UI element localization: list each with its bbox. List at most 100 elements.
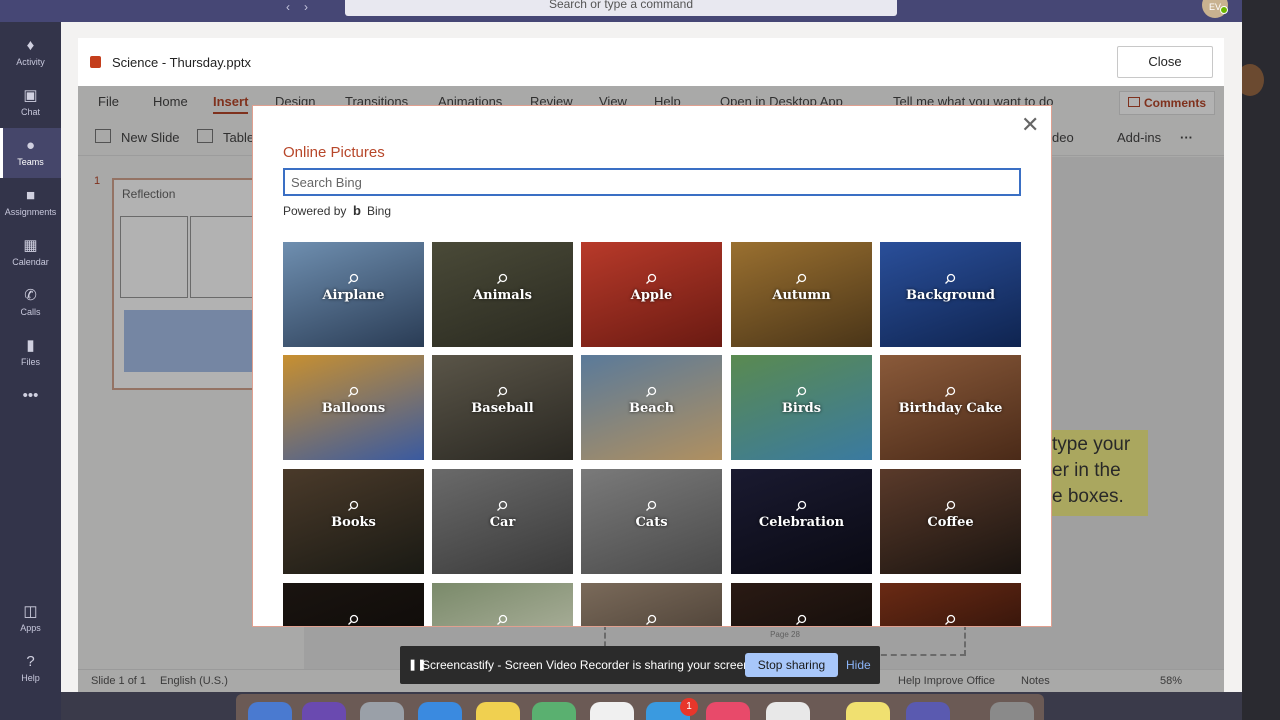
image-tile-label: Birds bbox=[781, 401, 822, 416]
rail-item-calls[interactable]: ✆ Calls bbox=[0, 278, 61, 328]
rail-item-activity[interactable]: ♦ Activity bbox=[0, 28, 61, 78]
image-tile[interactable] bbox=[283, 583, 424, 626]
image-tile-label: Apple bbox=[630, 288, 673, 303]
apps-icon: ◫ bbox=[23, 603, 38, 620]
image-tile-label: Background bbox=[906, 288, 995, 303]
search-icon bbox=[645, 272, 657, 284]
image-tile-label: Animals bbox=[473, 288, 532, 303]
image-tile[interactable]: Car bbox=[432, 469, 573, 574]
image-tile[interactable] bbox=[581, 583, 722, 626]
notification-badge: 1 bbox=[680, 698, 698, 716]
search-icon bbox=[795, 385, 807, 397]
teams-dock-icon[interactable] bbox=[906, 702, 950, 720]
image-tile-label: Airplane bbox=[322, 288, 385, 303]
phone-icon: ✆ bbox=[24, 287, 37, 304]
image-tile-label: Balloons bbox=[321, 401, 386, 416]
safari-icon[interactable] bbox=[418, 702, 462, 720]
bell-icon: ♦ bbox=[26, 37, 35, 54]
online-pictures-dialog: Online Pictures ✕ Powered by b Bing Airp… bbox=[252, 105, 1052, 627]
rail-item-chat[interactable]: ▣ Chat bbox=[0, 78, 61, 128]
rail-item-apps[interactable]: ◫ Apps bbox=[0, 594, 61, 644]
search-icon bbox=[645, 499, 657, 511]
screencastify-bar: ❚❚ Screencastify - Screen Video Recorder… bbox=[400, 646, 880, 684]
file-title: Science - Thursday.pptx bbox=[112, 55, 251, 70]
notes-icon[interactable] bbox=[476, 702, 520, 720]
image-tile-label: Birthday Cake bbox=[898, 401, 1003, 416]
rail-item-files[interactable]: ▮ Files bbox=[0, 328, 61, 378]
command-search-input[interactable]: Search or type a command bbox=[345, 0, 897, 16]
image-tile[interactable]: Books bbox=[283, 469, 424, 574]
image-tile-label: Baseball bbox=[471, 401, 534, 416]
siri-icon[interactable] bbox=[302, 702, 346, 720]
image-tile[interactable]: Celebration bbox=[731, 469, 872, 574]
image-tile[interactable]: Background bbox=[880, 242, 1021, 347]
image-tile[interactable] bbox=[432, 583, 573, 626]
chrome-icon[interactable] bbox=[766, 702, 810, 720]
trash-icon[interactable] bbox=[990, 702, 1034, 720]
close-icon[interactable]: ✕ bbox=[1021, 114, 1039, 136]
bing-label: Bing bbox=[367, 204, 392, 218]
launchpad-icon[interactable] bbox=[360, 702, 404, 720]
rail-item-calendar[interactable]: ▦ Calendar bbox=[0, 228, 61, 278]
image-tile-label: Beach bbox=[628, 401, 675, 416]
search-icon bbox=[347, 613, 359, 625]
forward-arrow-icon[interactable]: › bbox=[304, 0, 308, 14]
image-tile[interactable]: Autumn bbox=[731, 242, 872, 347]
teams-icon: ● bbox=[25, 137, 36, 154]
image-tile-label: Cats bbox=[635, 515, 668, 530]
image-tile[interactable]: Animals bbox=[432, 242, 573, 347]
image-tile[interactable]: Airplane bbox=[283, 242, 424, 347]
search-icon bbox=[496, 499, 508, 511]
search-icon bbox=[347, 499, 359, 511]
calendar-icon: ▦ bbox=[23, 237, 38, 254]
rail-item-more[interactable]: ••• bbox=[0, 378, 61, 428]
image-tile[interactable]: Beach bbox=[581, 355, 722, 460]
photos-icon[interactable] bbox=[590, 702, 634, 720]
search-icon bbox=[795, 499, 807, 511]
image-tile-label: Car bbox=[489, 515, 516, 530]
rail-item-assignments[interactable]: ■ Assignments bbox=[0, 178, 61, 228]
search-icon bbox=[795, 613, 807, 625]
image-tile-label: Books bbox=[331, 515, 376, 530]
file-icon: ▮ bbox=[26, 337, 35, 354]
maps-icon[interactable] bbox=[532, 702, 576, 720]
powerpoint-icon bbox=[90, 56, 101, 68]
image-tile[interactable]: Baseball bbox=[432, 355, 573, 460]
dialog-title: Online Pictures bbox=[283, 144, 385, 161]
nav-arrows[interactable]: ‹ › bbox=[286, 0, 322, 14]
finder-icon[interactable] bbox=[248, 702, 292, 720]
image-tile[interactable]: Apple bbox=[581, 242, 722, 347]
search-icon bbox=[496, 272, 508, 284]
image-tile[interactable]: Balloons bbox=[283, 355, 424, 460]
image-tile[interactable]: Cats bbox=[581, 469, 722, 574]
presence-status-icon bbox=[1220, 6, 1228, 14]
music-icon[interactable] bbox=[706, 702, 750, 720]
search-icon bbox=[944, 272, 956, 284]
image-tile[interactable]: Birthday Cake bbox=[880, 355, 1021, 460]
search-icon bbox=[944, 613, 956, 625]
image-tile-label: Celebration bbox=[758, 515, 845, 530]
search-icon bbox=[347, 272, 359, 284]
search-icon bbox=[795, 272, 807, 284]
search-icon bbox=[944, 385, 956, 397]
image-tile[interactable] bbox=[731, 583, 872, 626]
help-icon: ? bbox=[26, 653, 35, 670]
stickies-icon[interactable] bbox=[846, 702, 890, 720]
search-icon bbox=[645, 385, 657, 397]
image-tile[interactable]: Birds bbox=[731, 355, 872, 460]
image-tile[interactable] bbox=[880, 583, 1021, 626]
image-tile-label: Autumn bbox=[772, 288, 831, 303]
back-arrow-icon[interactable]: ‹ bbox=[286, 0, 290, 14]
image-tile-label: Coffee bbox=[927, 515, 974, 530]
rail-item-teams[interactable]: ● Teams bbox=[0, 128, 61, 178]
image-tile[interactable]: Coffee bbox=[880, 469, 1021, 574]
right-strip bbox=[1242, 0, 1280, 720]
close-button[interactable]: Close bbox=[1117, 46, 1213, 78]
stop-sharing-button[interactable]: Stop sharing bbox=[745, 653, 838, 677]
search-icon bbox=[944, 499, 956, 511]
search-bing-input[interactable] bbox=[283, 168, 1021, 196]
hide-button[interactable]: Hide bbox=[846, 658, 871, 672]
powered-by-label: Powered by bbox=[283, 204, 347, 218]
rail-item-help[interactable]: ? Help bbox=[0, 644, 61, 694]
bing-logo-icon: b bbox=[353, 203, 361, 218]
